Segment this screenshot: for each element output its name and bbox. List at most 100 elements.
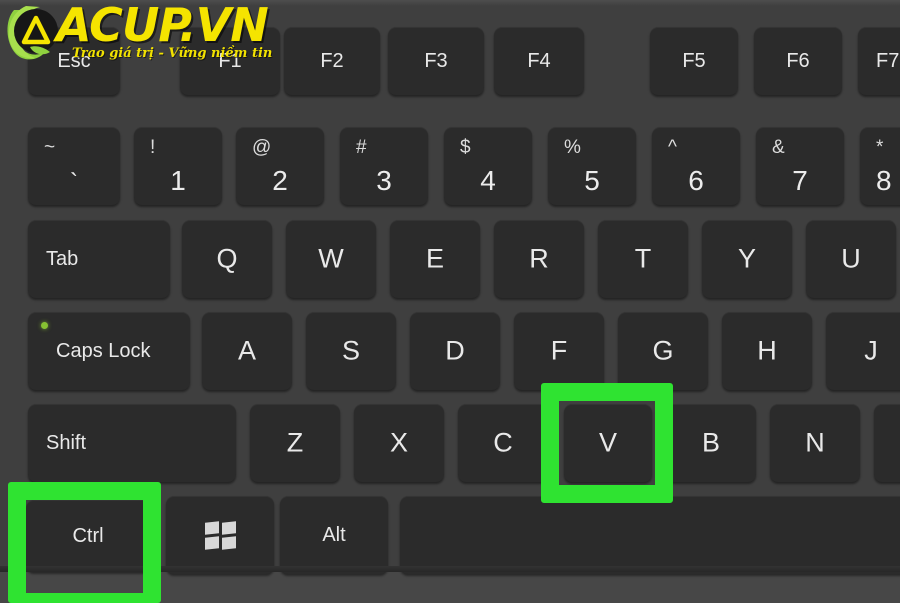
key-label: D [445,335,465,366]
key-x[interactable]: X [354,404,444,482]
key-label: 5 [584,165,600,196]
key-backtick[interactable]: ~ ` [28,127,120,205]
key-label: C [493,427,513,458]
key-label: R [529,243,549,274]
brand-name: ACUP.VN [56,0,269,52]
watermark-logo: ACUP.VN Trao giá trị - Vững niềm tin [4,2,272,64]
keyboard-deck: Esc F1 F2 F3 F4 F5 F6 F7 ~ ` ! 1 @ 2 # 3… [0,0,900,574]
key-f2[interactable]: F2 [284,27,380,95]
key-n[interactable]: N [770,404,860,482]
key-shift-label: ! [150,137,156,158]
key-tab[interactable]: Tab [28,220,170,298]
key-label: Shift [46,432,87,454]
key-label: W [318,243,344,274]
key-label: B [701,427,720,458]
key-z[interactable]: Z [250,404,340,482]
key-label: Z [286,427,304,458]
key-f5[interactable]: F5 [650,27,738,95]
key-shift-label: ^ [668,137,677,158]
key-e[interactable]: E [390,220,480,298]
key-7[interactable]: & 7 [756,127,844,205]
key-5[interactable]: % 5 [548,127,636,205]
key-q[interactable]: Q [182,220,272,298]
key-shift-label: * [876,137,884,158]
windows-logo-icon [205,521,235,549]
key-label: F [550,335,568,366]
key-label: Caps Lock [56,340,151,362]
key-label: F6 [786,50,810,72]
key-d[interactable]: D [410,312,500,390]
key-shift-label: @ [252,137,272,158]
key-1[interactable]: ! 1 [134,127,222,205]
key-label: F7 [876,50,900,72]
key-v[interactable]: V [564,404,652,482]
key-f3[interactable]: F3 [388,27,484,95]
key-label: 4 [480,165,496,196]
key-b[interactable]: B [666,404,756,482]
key-windows[interactable] [166,496,274,574]
key-label: F2 [320,50,344,72]
key-ctrl-left[interactable]: Ctrl [26,500,150,572]
key-label: S [341,335,360,366]
key-m[interactable] [874,404,900,482]
key-8[interactable]: * 8 [860,127,900,205]
key-2[interactable]: @ 2 [236,127,324,205]
key-j[interactable]: J [826,312,900,390]
key-label: F5 [682,50,706,72]
key-label: 8 [876,165,892,196]
key-f[interactable]: F [514,312,604,390]
key-w[interactable]: W [286,220,376,298]
key-label: F3 [424,50,448,72]
key-label: J [864,335,878,366]
key-label: Ctrl [72,525,104,547]
key-label: 7 [792,165,808,196]
key-label: F4 [527,50,551,72]
key-label: U [841,243,861,274]
key-label: Tab [46,248,79,270]
key-shift-label: & [772,137,785,158]
key-f4[interactable]: F4 [494,27,584,95]
key-shift-label: % [564,137,581,158]
key-label: N [805,427,825,458]
screenshot-canvas: Esc F1 F2 F3 F4 F5 F6 F7 ~ ` ! 1 @ 2 # 3… [0,0,900,603]
key-label: ` [70,169,78,196]
key-label: H [757,335,777,366]
key-g[interactable]: G [618,312,708,390]
key-space[interactable] [400,496,900,574]
key-f6[interactable]: F6 [754,27,842,95]
key-3[interactable]: # 3 [340,127,428,205]
key-shift-label: $ [460,137,471,158]
key-shift-left[interactable]: Shift [28,404,236,482]
key-label: Alt [322,524,346,546]
key-label: E [425,243,444,274]
key-label: T [634,243,652,274]
key-shift-label: # [356,137,367,158]
key-6[interactable]: ^ 6 [652,127,740,205]
key-s[interactable]: S [306,312,396,390]
key-r[interactable]: R [494,220,584,298]
key-caps-lock[interactable]: Caps Lock [28,312,190,390]
key-h[interactable]: H [722,312,812,390]
key-label: A [237,335,256,366]
key-label: 3 [376,165,392,196]
caps-lock-led-icon [41,322,48,329]
key-f7[interactable]: F7 [858,27,900,95]
key-label: X [389,427,408,458]
key-y[interactable]: Y [702,220,792,298]
key-4[interactable]: $ 4 [444,127,532,205]
key-c[interactable]: C [458,404,548,482]
key-label: 6 [688,165,704,196]
key-label: G [652,335,674,366]
key-alt-left[interactable]: Alt [280,496,388,574]
key-label: V [598,427,617,458]
key-label: 2 [272,165,288,196]
key-label: Q [216,243,238,274]
key-label: Y [737,243,756,274]
key-a[interactable]: A [202,312,292,390]
key-u[interactable]: U [806,220,896,298]
key-shift-label: ~ [44,137,56,158]
key-t[interactable]: T [598,220,688,298]
key-label: 1 [170,165,186,196]
deck-bottom-bevel [0,566,900,572]
brand-tagline: Trao giá trị - Vững niềm tin [72,46,273,61]
